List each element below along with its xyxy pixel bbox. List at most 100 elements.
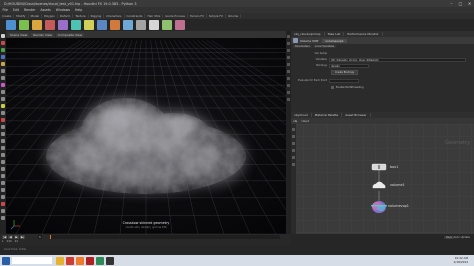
- shading-toggle-icon[interactable]: [287, 42, 290, 45]
- rotate-tool-icon[interactable]: [1, 48, 5, 52]
- snapshot-icon[interactable]: [287, 98, 290, 101]
- handle-tool-icon[interactable]: [1, 62, 5, 66]
- scale-tool-icon[interactable]: [1, 55, 5, 59]
- frame-cursor[interactable]: [50, 235, 51, 239]
- jump-end-button[interactable]: ▶|: [20, 235, 25, 239]
- shelf-tab[interactable]: Rigging: [89, 14, 105, 18]
- background-icon[interactable]: [1, 216, 5, 220]
- close-button[interactable]: ✕: [465, 0, 474, 7]
- bounds-toggle-icon[interactable]: [287, 63, 290, 66]
- shelf-tool-icon[interactable]: [32, 20, 42, 30]
- variables-field[interactable]: @P, @density, @color, @vel, @MaskVar: [329, 57, 466, 62]
- tab-network-path[interactable]: obj/cloud: [291, 113, 312, 117]
- expand-icon[interactable]: [1, 209, 5, 213]
- brush-tool-icon[interactable]: [1, 90, 5, 94]
- volumevop1-node[interactable]: [371, 201, 387, 213]
- maximize-button[interactable]: □: [456, 0, 465, 7]
- frame-icon[interactable]: [1, 181, 5, 185]
- shelf-tab[interactable]: Volume: [226, 14, 242, 18]
- shelf-tool-icon[interactable]: [19, 20, 29, 30]
- step-back-button[interactable]: ◀: [8, 235, 13, 239]
- lights-toggle-icon[interactable]: [1, 167, 5, 171]
- play-button[interactable]: ▶: [14, 235, 19, 239]
- shelf-tab[interactable]: Create: [0, 14, 15, 18]
- shelf-tool-icon[interactable]: [110, 20, 120, 30]
- shelf-tab[interactable]: Hair Utils: [145, 14, 164, 18]
- app-icon[interactable]: [106, 256, 114, 265]
- start-menu-icon[interactable]: [2, 256, 10, 265]
- tab-performance-monitor[interactable]: Performance Monitor: [344, 32, 383, 36]
- create-bindings-button[interactable]: Create Bindings: [331, 70, 358, 75]
- network-editor[interactable]: Geometry box1 volume1 volumevop1: [291, 124, 474, 245]
- shelf-tool-icon[interactable]: [175, 20, 185, 30]
- tab-render-view[interactable]: Render View: [31, 32, 54, 37]
- start-frame[interactable]: 1: [2, 240, 4, 243]
- snap-tool-icon[interactable]: [1, 83, 5, 87]
- houdini-app-icon[interactable]: [76, 256, 84, 265]
- tab-material-palette[interactable]: Material Palette: [312, 113, 343, 117]
- origin-toggle-icon[interactable]: [287, 84, 290, 87]
- ghost-icon[interactable]: [1, 153, 5, 157]
- shelf-tool-icon[interactable]: [162, 20, 172, 30]
- shelf-tab[interactable]: Terrain FX: [188, 14, 207, 18]
- shelf-tool-icon[interactable]: [123, 20, 133, 30]
- pose-tool-icon[interactable]: [1, 69, 5, 73]
- shaded-icon[interactable]: [1, 146, 5, 150]
- menu-windows[interactable]: Windows: [53, 8, 72, 12]
- app-icon[interactable]: [96, 256, 104, 265]
- shelf-tool-icon[interactable]: [149, 20, 159, 30]
- shelf-tab[interactable]: Characters: [104, 14, 125, 18]
- jump-start-button[interactable]: |◀: [2, 235, 7, 239]
- home-icon[interactable]: [1, 188, 5, 192]
- shelf-tool-icon[interactable]: [45, 20, 55, 30]
- taskbar-clock[interactable]: 10:22 AM 2/18/2024: [454, 256, 468, 264]
- points-toggle-icon[interactable]: [287, 49, 290, 52]
- menu-render[interactable]: Render: [22, 8, 38, 12]
- shelf-tab[interactable]: Modify: [14, 14, 29, 18]
- shelf-tool-icon[interactable]: [58, 20, 68, 30]
- tab-local-variables[interactable]: Local Variables: [312, 45, 337, 48]
- display-toggle-icon[interactable]: [287, 35, 290, 38]
- shelf-tab[interactable]: Polygon: [42, 14, 58, 18]
- shelf-tool-icon[interactable]: [71, 20, 81, 30]
- minimize-button[interactable]: –: [447, 0, 456, 7]
- shelf-tool-icon[interactable]: [84, 20, 94, 30]
- keys-button[interactable]: Keys: [443, 236, 454, 239]
- taskbar-search-input[interactable]: [12, 257, 52, 264]
- menu-help[interactable]: Help: [73, 8, 85, 12]
- menu-file[interactable]: File: [0, 8, 10, 12]
- multithreading-checkbox[interactable]: [331, 86, 334, 89]
- tab-parameters-path[interactable]: obj_clouds/prmop: [291, 32, 325, 36]
- guide-toggle-icon[interactable]: [287, 77, 290, 80]
- render-region-icon[interactable]: [1, 118, 5, 122]
- view-tool-icon[interactable]: [1, 76, 5, 80]
- render-icon[interactable]: [1, 202, 5, 206]
- tab-composite-view[interactable]: Composite View: [56, 32, 85, 37]
- backface-toggle-icon[interactable]: [287, 91, 290, 94]
- isolate-icon[interactable]: [1, 174, 5, 178]
- shelf-tab[interactable]: Constraints: [125, 14, 146, 18]
- app-icon[interactable]: [86, 256, 94, 265]
- select-tool-icon[interactable]: [1, 34, 5, 38]
- menu-edit[interactable]: Edit: [10, 8, 21, 12]
- update-mode[interactable]: Auto Update: [454, 236, 470, 239]
- wireframe-icon[interactable]: [1, 139, 5, 143]
- shelf-tab[interactable]: Model: [29, 14, 42, 18]
- tab-asset-browser[interactable]: Asset Browser: [342, 113, 371, 117]
- menu-assets[interactable]: Assets: [38, 8, 53, 12]
- shelf-tab[interactable]: Guide Process: [163, 14, 188, 18]
- normals-toggle-icon[interactable]: [287, 56, 290, 59]
- move-tool-icon[interactable]: [1, 41, 5, 45]
- timeline-bar[interactable]: [50, 235, 280, 239]
- browser-icon[interactable]: [66, 256, 74, 265]
- volume1-node[interactable]: [372, 181, 386, 189]
- shelf-tool-icon[interactable]: [6, 20, 16, 30]
- tab-scene-view[interactable]: Scene View: [8, 32, 30, 37]
- shelf-tab[interactable]: Deform: [58, 14, 74, 18]
- grid-toggle-icon[interactable]: [1, 160, 5, 164]
- file-explorer-icon[interactable]: [56, 256, 64, 265]
- node-name-field[interactable]: volumevop1: [322, 38, 347, 43]
- bindings-field[interactable]: density: [329, 63, 369, 68]
- template-toggle-icon[interactable]: [287, 70, 290, 73]
- path-cloud[interactable]: cloud: [301, 119, 309, 123]
